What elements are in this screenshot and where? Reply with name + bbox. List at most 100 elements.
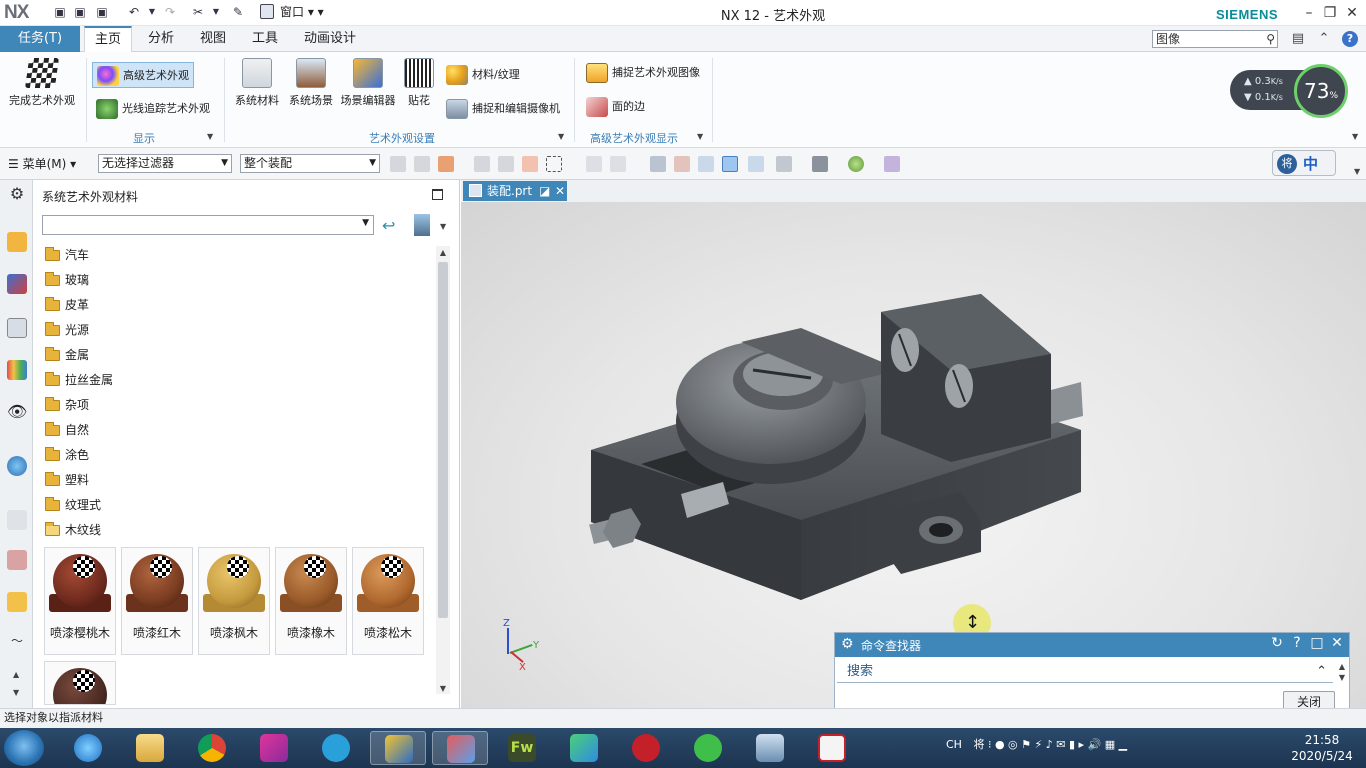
- tab-task[interactable]: 任务(T): [0, 26, 80, 52]
- tree-folder-automotive[interactable]: 汽车: [44, 243, 434, 268]
- capture-true-shade-image-button[interactable]: 捕捉艺术外观图像: [582, 60, 706, 86]
- taskbar-nx[interactable]: [370, 731, 426, 765]
- tree-folder-leather[interactable]: 皮革: [44, 293, 434, 318]
- hide-icon[interactable]: [586, 156, 602, 172]
- material-tile[interactable]: 喷漆松木: [352, 547, 424, 655]
- import-icon[interactable]: ↩: [382, 216, 395, 235]
- document-tab[interactable]: 装配.prt ◪ ✕: [463, 181, 567, 201]
- scene-editor-button[interactable]: 场景编辑器: [338, 58, 398, 108]
- render-style-icon[interactable]: [812, 156, 828, 172]
- select-filter-icon[interactable]: [438, 156, 454, 172]
- toolbar-more-icon[interactable]: ▼: [1354, 167, 1360, 176]
- taskbar-explorer[interactable]: [122, 731, 178, 765]
- material-tile[interactable]: [44, 661, 116, 705]
- taskbar-pointer-app[interactable]: [246, 731, 302, 765]
- layout-icon[interactable]: [776, 156, 792, 172]
- taskbar-wechat[interactable]: [680, 731, 736, 765]
- settings-group-more-icon[interactable]: ▼: [558, 132, 564, 141]
- close-window-icon[interactable]: ✕: [1343, 4, 1361, 22]
- tree-folder-misc[interactable]: 杂项: [44, 393, 434, 418]
- dialog-close-icon[interactable]: ✕: [1329, 635, 1345, 651]
- ribbon-options-icon[interactable]: ▤: [1290, 31, 1306, 47]
- taskbar-app-active[interactable]: [432, 731, 488, 765]
- tray-icons[interactable]: 将 ⁝ ● ◎ ⚑ ⚡ ♪ ✉ ▮ ▸ 🔊 ▦ ▁: [973, 738, 1127, 751]
- decal-button[interactable]: 贴花: [400, 58, 438, 108]
- edit-active-icon[interactable]: [722, 156, 738, 172]
- taskbar-clock[interactable]: 21:58 2020/5/24: [1284, 732, 1360, 764]
- taskbar-remote-desktop[interactable]: [742, 731, 798, 765]
- dialog-settings-icon[interactable]: ⚙: [841, 636, 854, 652]
- system-scenes-icon[interactable]: [7, 592, 27, 612]
- finder-scroll[interactable]: ▲ ▼: [1335, 661, 1349, 683]
- taskbar-ie[interactable]: [60, 731, 116, 765]
- dialog-maximize-icon[interactable]: □: [1309, 635, 1325, 651]
- search-icon[interactable]: ⚲: [1266, 31, 1275, 47]
- constraint-navigator-icon[interactable]: [7, 274, 27, 294]
- reuse-library-icon[interactable]: [7, 360, 27, 380]
- capture-edit-camera-button[interactable]: 捕捉和编辑摄像机: [442, 96, 566, 122]
- tree-folder-natural[interactable]: 自然: [44, 418, 434, 443]
- tab-view[interactable]: 视图: [190, 26, 236, 52]
- taskbar-pdf[interactable]: [804, 731, 860, 765]
- advanced-display-group-more-icon[interactable]: ▼: [697, 132, 703, 141]
- snap-point-icon[interactable]: [390, 156, 406, 172]
- view-history-icon[interactable]: 👁: [7, 402, 27, 422]
- start-button[interactable]: [4, 730, 44, 766]
- panel-maximize-icon[interactable]: [432, 189, 443, 200]
- material-tile[interactable]: 喷漆枫木: [198, 547, 270, 655]
- taskbar-fireworks[interactable]: Fw: [494, 731, 550, 765]
- tree-folder-plastic[interactable]: 塑料: [44, 468, 434, 493]
- section-icon[interactable]: [748, 156, 764, 172]
- system-materials-icon[interactable]: [7, 550, 27, 570]
- rotate-icon[interactable]: [698, 156, 714, 172]
- menu-button[interactable]: ☰ 菜单(M) ▾: [8, 155, 76, 172]
- reset-icon[interactable]: ↻: [1269, 635, 1285, 651]
- ribbon-more-icon[interactable]: ▼: [1352, 132, 1358, 141]
- snap-line-icon[interactable]: [414, 156, 430, 172]
- tree-folder-brushed-metal[interactable]: 拉丝金属: [44, 368, 434, 393]
- display-group-more-icon[interactable]: ▼: [207, 132, 213, 141]
- fit-view-icon[interactable]: [650, 156, 666, 172]
- tree-folder-glass[interactable]: 玻璃: [44, 268, 434, 293]
- minimize-icon[interactable]: –: [1300, 4, 1318, 22]
- tab-tools[interactable]: 工具: [242, 26, 288, 52]
- drag-icon[interactable]: [474, 156, 490, 172]
- panel-scrollbar[interactable]: ▲ ▼: [436, 246, 450, 694]
- web-browser-icon[interactable]: [7, 456, 27, 476]
- tree-folder-wood-grain[interactable]: 木纹线: [44, 518, 434, 543]
- face-edges-button[interactable]: 面的边: [582, 94, 662, 120]
- tab-analysis[interactable]: 分析: [138, 26, 184, 52]
- history-icon[interactable]: [7, 510, 27, 530]
- assembly-scope-select[interactable]: 整个装配 ▼: [240, 154, 380, 173]
- ime-indicator[interactable]: 将 中: [1272, 150, 1336, 176]
- tray-language[interactable]: CH: [946, 738, 962, 751]
- zoom-icon[interactable]: [674, 156, 690, 172]
- rectangle-select-icon[interactable]: [546, 156, 562, 172]
- resource-bar-scroll-down-icon[interactable]: ▼: [13, 688, 19, 697]
- help-icon[interactable]: ?: [1342, 31, 1358, 47]
- taskbar-media-player[interactable]: [556, 731, 612, 765]
- collapse-section-icon[interactable]: ⌃: [1316, 661, 1327, 683]
- shaded-icon[interactable]: [848, 156, 864, 172]
- material-path-select[interactable]: ▼: [42, 215, 374, 235]
- taskbar-telegram[interactable]: [308, 731, 364, 765]
- part-navigator-icon[interactable]: [7, 318, 27, 338]
- show-icon[interactable]: [610, 156, 626, 172]
- target-icon[interactable]: [522, 156, 538, 172]
- finder-search-section[interactable]: 搜索 ⌃: [837, 661, 1333, 683]
- material-tile[interactable]: 喷漆橡木: [275, 547, 347, 655]
- view-style-dropdown-icon[interactable]: ▼: [440, 222, 446, 231]
- roles-icon[interactable]: 〜: [7, 632, 27, 652]
- view-orientation-icon[interactable]: [884, 156, 900, 172]
- view-style-icon[interactable]: [414, 214, 430, 236]
- taskbar-flash[interactable]: [618, 731, 674, 765]
- tree-folder-paint[interactable]: 涂色: [44, 443, 434, 468]
- restore-icon[interactable]: ❐: [1321, 4, 1339, 22]
- close-tab-icon[interactable]: ✕: [555, 181, 565, 201]
- resource-bar-scroll-up-icon[interactable]: ▲: [13, 670, 19, 679]
- system-scene-button[interactable]: 系统场景: [286, 58, 336, 108]
- tree-folder-textured[interactable]: 纹理式: [44, 493, 434, 518]
- taskbar-chrome[interactable]: [184, 731, 240, 765]
- material-tile[interactable]: 喷漆樱桃木: [44, 547, 116, 655]
- material-tile[interactable]: 喷漆红木: [121, 547, 193, 655]
